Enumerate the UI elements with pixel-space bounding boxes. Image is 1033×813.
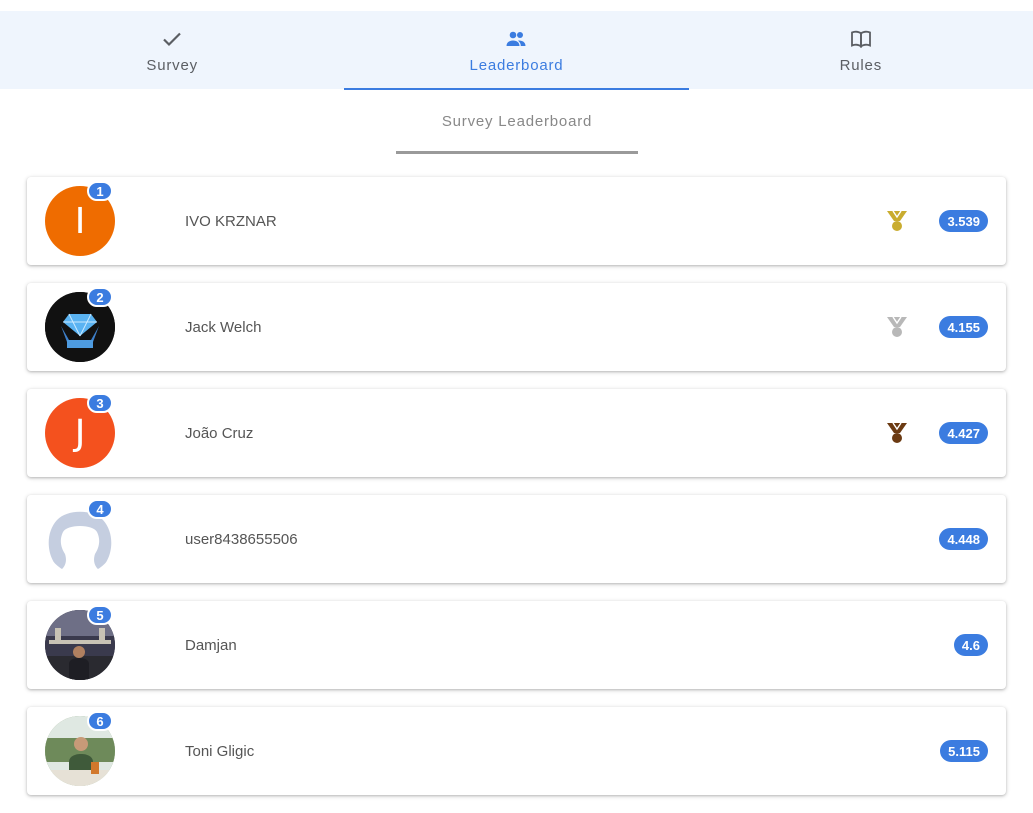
rank-badge: 2	[87, 287, 113, 307]
avatar-initial: I	[74, 200, 86, 242]
participant-name: IVO KRZNAR	[185, 212, 277, 230]
score-badge: 4.6	[953, 634, 988, 656]
check-icon	[163, 32, 181, 47]
leaderboard-subheader[interactable]: Survey Leaderboard	[396, 113, 638, 154]
leaderboard-row[interactable]: I 1 IVO KRZNAR 3.539	[27, 177, 1006, 265]
rank-badge: 6	[87, 711, 113, 731]
participant-name: Damjan	[185, 636, 237, 654]
gold-medal-icon	[887, 210, 907, 231]
participant-name: user8438655506	[185, 530, 298, 548]
tab-rules[interactable]: Rules	[689, 11, 1033, 89]
rank-badge: 5	[87, 605, 113, 625]
rank-badge: 3	[87, 393, 113, 413]
silver-medal-icon	[887, 316, 907, 337]
tab-leaderboard-label: Leaderboard	[469, 57, 564, 74]
participant-name: Toni Gligic	[185, 742, 255, 760]
people-icon	[506, 31, 526, 46]
leaderboard-row[interactable]: 2 Jack Welch 4.155	[27, 283, 1006, 371]
tab-survey-label: Survey	[146, 57, 198, 74]
tab-bar: Survey Leaderboard Rules	[0, 11, 1033, 90]
book-icon	[850, 30, 871, 48]
leaderboard-row[interactable]: 5 Damjan 4.6	[27, 601, 1006, 689]
participant-name: Jack Welch	[185, 318, 262, 336]
leaderboard-row[interactable]: 6 Toni Gligic 5.115	[27, 707, 1006, 795]
bronze-medal-icon	[887, 422, 907, 443]
rank-badge: 4	[87, 499, 113, 519]
leaderboard-row[interactable]: 4 user8438655506 4.448	[27, 495, 1006, 583]
subheader-title: Survey Leaderboard	[441, 113, 593, 130]
score-badge: 4.427	[939, 422, 988, 444]
score-badge: 4.448	[939, 528, 988, 550]
participant-name: João Cruz	[185, 424, 254, 442]
tab-rules-label: Rules	[839, 57, 882, 74]
score-badge: 4.155	[939, 316, 988, 338]
avatar-initial: J	[74, 412, 86, 454]
score-badge: 3.539	[939, 210, 988, 232]
leaderboard-list: I 1 IVO KRZNAR 3.539 2 Jack Welch 4.155 …	[27, 177, 1006, 813]
tab-survey[interactable]: Survey	[0, 11, 344, 89]
rank-badge: 1	[87, 181, 113, 201]
leaderboard-row[interactable]: J 3 João Cruz 4.427	[27, 389, 1006, 477]
score-badge: 5.115	[940, 740, 988, 762]
tab-leaderboard[interactable]: Leaderboard	[344, 11, 689, 90]
